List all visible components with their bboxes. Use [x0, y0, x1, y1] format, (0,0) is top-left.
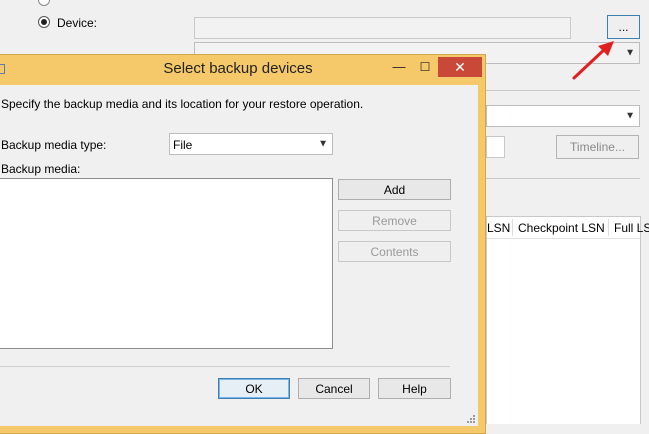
backup-media-list[interactable]: [0, 178, 333, 349]
column-header-lsn[interactable]: LSN: [487, 221, 510, 235]
dialog-client: Specify the backup media and its locatio…: [0, 85, 478, 426]
maximize-button[interactable]: ☐: [412, 57, 438, 77]
app-icon: [0, 64, 5, 74]
media-type-label: Backup media type:: [1, 138, 107, 152]
media-type-value: File: [173, 138, 193, 152]
chevron-down-icon: ▼: [625, 110, 635, 122]
red-arrow-icon: [572, 41, 614, 80]
restore-to-field[interactable]: [486, 136, 505, 158]
radio-above-partial: [38, 0, 50, 6]
grid-header: LSN Checkpoint LSN Full LS: [487, 217, 649, 239]
cancel-button[interactable]: Cancel: [298, 378, 370, 399]
column-separator: [608, 219, 609, 236]
section-divider: [486, 90, 640, 91]
minimize-button[interactable]: —: [386, 57, 412, 77]
remove-button[interactable]: Remove: [338, 210, 451, 231]
help-button[interactable]: Help: [378, 378, 451, 399]
button-row-divider: [0, 366, 450, 367]
column-header-full-lsn[interactable]: Full LS: [614, 221, 649, 235]
close-button[interactable]: ✕: [438, 57, 482, 77]
column-header-checkpoint-lsn[interactable]: Checkpoint LSN: [518, 221, 605, 235]
add-button[interactable]: Add: [338, 179, 451, 200]
ok-button[interactable]: OK: [218, 378, 290, 399]
device-path-field[interactable]: [194, 17, 571, 39]
backup-sets-grid[interactable]: LSN Checkpoint LSN Full LS: [486, 216, 649, 424]
backup-media-label: Backup media:: [1, 162, 81, 176]
select-backup-devices-dialog: Select backup devices — ☐ ✕ Specify the …: [0, 54, 486, 434]
contents-button[interactable]: Contents: [338, 241, 451, 262]
column-separator: [512, 219, 513, 236]
section-divider: [486, 178, 640, 179]
device-radio-label: Device:: [57, 16, 98, 30]
restore-to-combo[interactable]: ▼: [486, 105, 640, 127]
chevron-down-icon: ▼: [318, 138, 328, 150]
device-radio[interactable]: [38, 16, 50, 28]
resize-grip-icon[interactable]: [466, 414, 476, 424]
chevron-down-icon: ▼: [625, 47, 635, 59]
instructions-text: Specify the backup media and its locatio…: [1, 97, 364, 111]
media-type-select[interactable]: File ▼: [169, 133, 333, 155]
timeline-button[interactable]: Timeline...: [556, 135, 639, 159]
